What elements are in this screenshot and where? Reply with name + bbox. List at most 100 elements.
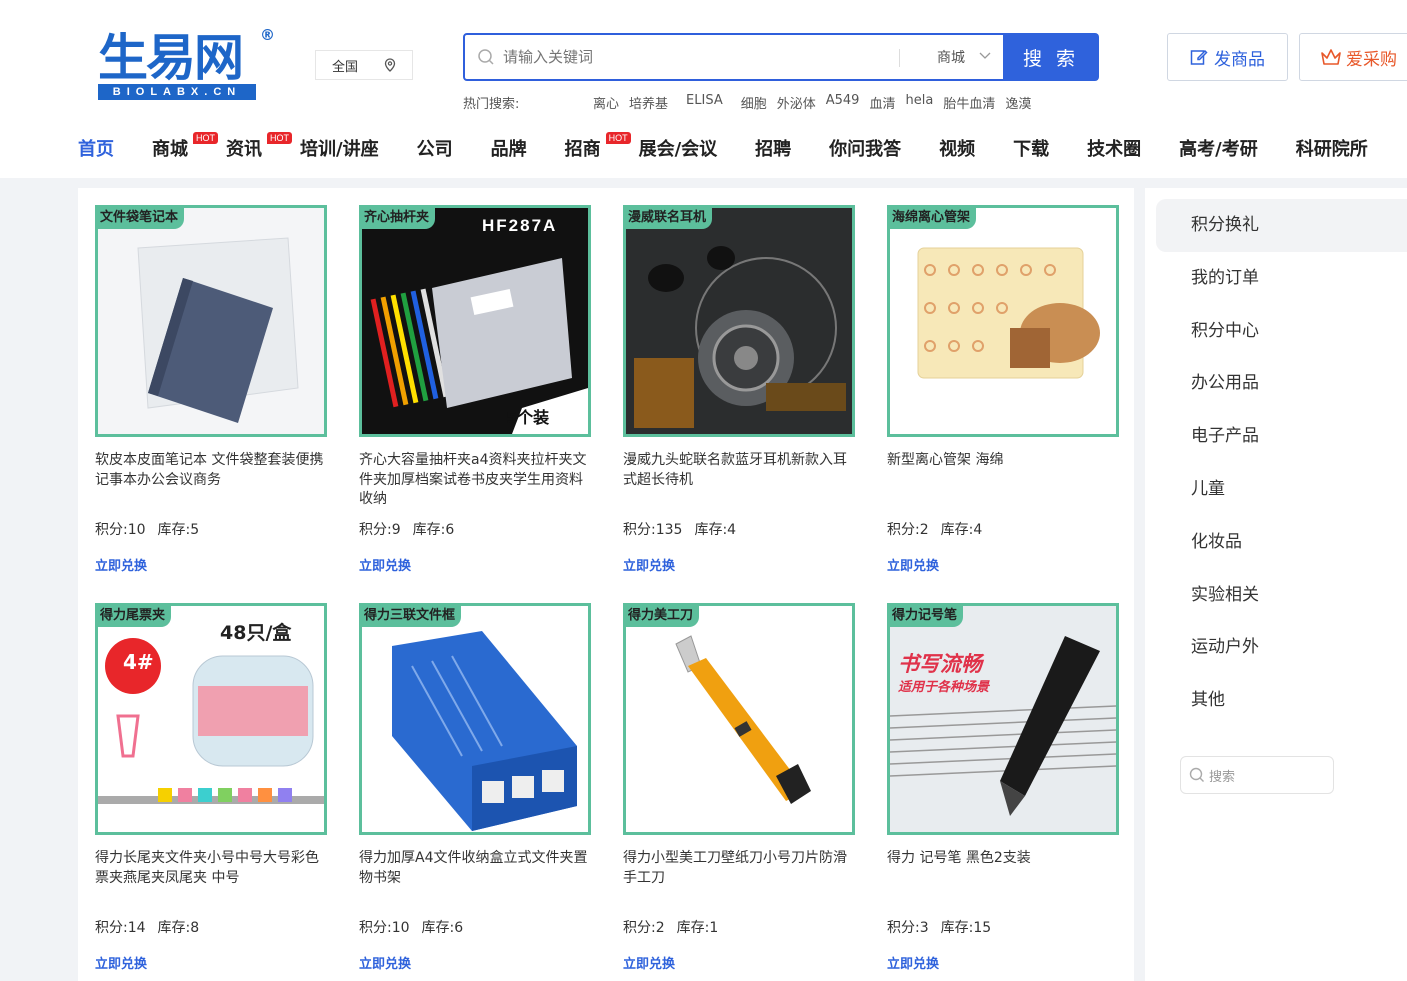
product-title[interactable]: 得力长尾夹文件夹小号中号大号彩色票夹燕尾夹凤尾夹 中号 [95, 849, 327, 888]
product-points: 积分:135 [623, 522, 683, 538]
nav-exam[interactable]: 高考/考研 [1179, 132, 1258, 168]
nav-brand[interactable]: 品牌 [491, 132, 527, 168]
hot-keyword[interactable]: 外泌体 [777, 93, 816, 112]
nav-exhibition[interactable]: 展会/会议 [639, 132, 718, 168]
sidebar-item-other[interactable]: 其他 [1156, 674, 1407, 727]
product-tag: 文件袋笔记本 [98, 208, 185, 229]
product-tag: 得力尾票夹 [98, 606, 172, 627]
product-title[interactable]: 得力小型美工刀壁纸刀小号刀片防滑手工刀 [623, 849, 855, 888]
hot-keyword[interactable]: 血清 [869, 93, 895, 112]
nav-label: 展会/会议 [638, 139, 718, 160]
sidebar-item-points-center[interactable]: 积分中心 [1156, 305, 1407, 358]
product-image[interactable]: 齐心抽杆夹 HF287A 5个装 [359, 205, 591, 437]
product-image[interactable]: 漫威联名耳机 [623, 205, 855, 437]
nav-label: 视频 [939, 139, 976, 160]
redeem-link[interactable]: 立即兑换 [887, 953, 939, 972]
nav-label: 高考/考研 [1179, 139, 1258, 160]
hot-keyword[interactable]: 逸漠 [1005, 93, 1031, 112]
nav-home[interactable]: 首页 [78, 132, 114, 168]
product-image[interactable]: 文件袋笔记本 [95, 205, 327, 437]
redeem-link[interactable]: 立即兑换 [95, 555, 147, 574]
hot-keyword[interactable]: 离心 [593, 93, 619, 112]
product-image[interactable]: 得力三联文件框 [359, 603, 591, 835]
product-size-text: 4# [123, 650, 154, 674]
product-title[interactable]: 软皮本皮面笔记本 文件袋整套装便携记事本办公会议商务 [95, 451, 327, 490]
product-stock: 库存:4 [940, 522, 983, 538]
redeem-link[interactable]: 立即兑换 [623, 555, 675, 574]
nav-jobs[interactable]: 招聘 [755, 132, 791, 168]
hot-keyword[interactable]: 胎牛血清 [943, 93, 995, 112]
product-meta: 积分:2 库存:4 [887, 519, 994, 539]
product-points: 积分:10 [359, 920, 410, 936]
product-meta: 积分:3 库存:15 [887, 917, 1003, 937]
hot-keyword[interactable]: 培养基 [629, 93, 668, 112]
nav-institutes[interactable]: 科研院所 [1296, 132, 1368, 168]
product-title[interactable]: 得力 记号笔 黑色2支装 [887, 849, 1119, 869]
redeem-link[interactable]: 立即兑换 [887, 555, 939, 574]
hot-keyword[interactable]: A549 [826, 93, 860, 112]
product-points: 积分:9 [359, 522, 401, 538]
product-title[interactable]: 得力加厚A4文件收纳盒立式文件夹置物书架 [359, 849, 591, 888]
post-product-button[interactable]: 发商品 [1167, 33, 1288, 81]
nav-label: 下载 [1013, 139, 1050, 160]
nav-mall[interactable]: 商城 HOT [152, 132, 218, 168]
nav-news[interactable]: 资讯 HOT [226, 132, 292, 168]
chevron-down-icon[interactable] [979, 51, 991, 61]
nav-label: 招商 [564, 139, 601, 160]
search-button[interactable]: 搜 索 [1003, 33, 1099, 81]
sidebar-item-electronics[interactable]: 电子产品 [1156, 410, 1407, 463]
region-selector[interactable]: 全国 [315, 50, 413, 80]
site-header: 生易网 BIOLABX.CN ® 全国 商城 搜 索 热门搜索: 离心 培养基 … [0, 0, 1407, 178]
hot-badge: HOT [605, 132, 631, 144]
product-stock: 库存:6 [412, 522, 455, 538]
hot-keyword[interactable]: 细胞 [741, 93, 767, 112]
search-input[interactable] [503, 43, 883, 71]
nav-download[interactable]: 下载 [1013, 132, 1049, 168]
search-scope-select[interactable]: 商城 [937, 47, 965, 67]
product-tag: 齐心抽杆夹 [362, 208, 436, 229]
sidebar-search-input[interactable]: 搜索 [1180, 756, 1334, 794]
nav-label: 首页 [78, 139, 114, 160]
product-title[interactable]: 漫威九头蛇联名款蓝牙耳机新款入耳式超长待机 [623, 451, 855, 490]
location-pin-icon [384, 58, 396, 72]
product-count-text: 48只/盒 [220, 622, 292, 644]
nav-tech-circle[interactable]: 技术圈 [1087, 132, 1141, 168]
aicaigou-label: 爱采购 [1346, 49, 1397, 70]
nav-company[interactable]: 公司 [417, 132, 453, 168]
product-tag: 得力记号笔 [890, 606, 964, 627]
sidebar-item-children[interactable]: 儿童 [1156, 463, 1407, 516]
sidebar-item-my-orders[interactable]: 我的订单 [1156, 252, 1407, 305]
redeem-link[interactable]: 立即兑换 [623, 953, 675, 972]
site-logo[interactable]: 生易网 BIOLABX.CN ® [96, 26, 278, 102]
nav-label: 技术圈 [1087, 139, 1142, 160]
redeem-link[interactable]: 立即兑换 [359, 953, 411, 972]
nav-qa[interactable]: 你问我答 [829, 132, 901, 168]
product-image[interactable]: 得力尾票夹 48只/盒 4# [95, 603, 327, 835]
product-title[interactable]: 齐心大容量抽杆夹a4资料夹拉杆夹文件夹加厚档案试卷书皮夹学生用资料收纳 [359, 451, 591, 510]
hot-keyword[interactable]: ELISA [686, 93, 723, 112]
sidebar-item-office[interactable]: 办公用品 [1156, 357, 1407, 410]
sidebar-item-outdoor[interactable]: 运动户外 [1156, 621, 1407, 674]
nav-investment[interactable]: 招商 HOT [564, 132, 631, 168]
nav-training[interactable]: 培训/讲座 [300, 132, 379, 168]
nav-video[interactable]: 视频 [939, 132, 975, 168]
redeem-link[interactable]: 立即兑换 [95, 953, 147, 972]
logo-subtext: BIOLABX.CN [98, 84, 256, 100]
nav-label: 招聘 [755, 139, 792, 160]
redeem-link[interactable]: 立即兑换 [359, 555, 411, 574]
sidebar-item-points-gift[interactable]: 积分换礼 [1156, 199, 1407, 252]
product-meta: 积分:9 库存:6 [359, 519, 466, 539]
product-image[interactable]: 得力记号笔 书写流畅 适用于各种场景 [887, 603, 1119, 835]
sidebar-item-cosmetics[interactable]: 化妆品 [1156, 516, 1407, 569]
product-tag: 得力三联文件框 [362, 606, 462, 627]
aicaigou-button[interactable]: 爱采购 [1299, 33, 1407, 81]
sidebar-item-lab[interactable]: 实验相关 [1156, 569, 1407, 622]
product-image[interactable]: 得力美工刀 [623, 603, 855, 835]
search-divider [899, 49, 900, 67]
product-title[interactable]: 新型离心管架 海绵 [887, 451, 1119, 471]
search-icon [1189, 767, 1204, 782]
nav-label: 科研院所 [1295, 139, 1368, 160]
product-image[interactable]: 海绵离心管架 [887, 205, 1119, 437]
main-nav: 首页 商城 HOT 资讯 HOT 培训/讲座 公司 品牌 招商 HOT 展会/会议 招… [78, 132, 1406, 168]
hot-keyword[interactable]: hela [905, 93, 933, 112]
